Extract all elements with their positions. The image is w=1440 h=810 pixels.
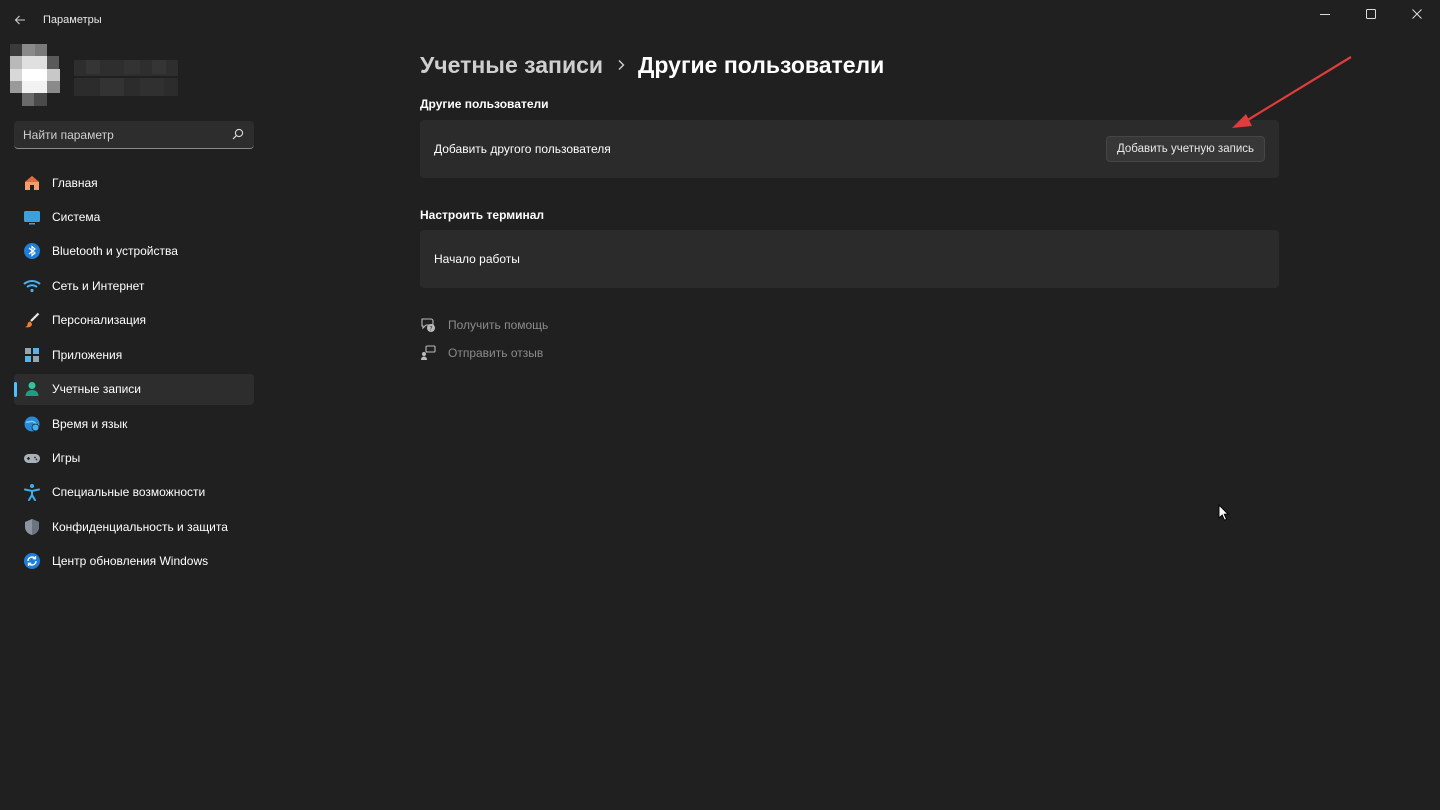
gamepad-icon xyxy=(23,449,41,467)
add-other-user-label: Добавить другого пользователя xyxy=(434,142,611,156)
breadcrumb-parent-link[interactable]: Учетные записи xyxy=(420,52,603,79)
sidebar-item-label: Центр обновления Windows xyxy=(52,554,209,569)
search-icon[interactable] xyxy=(232,128,244,140)
kiosk-get-started-label: Начало работы xyxy=(434,252,520,266)
back-button[interactable] xyxy=(6,6,34,34)
title-bar: Параметры xyxy=(0,0,1440,40)
sidebar-item-label: Конфиденциальность и защита xyxy=(52,519,228,534)
svg-text:?: ? xyxy=(429,325,432,332)
accessibility-icon xyxy=(23,483,41,502)
sidebar-item-label: Приложения xyxy=(52,347,123,362)
window-controls xyxy=(1302,0,1440,28)
kiosk-get-started-row[interactable]: Начало работы xyxy=(420,230,1279,288)
sidebar-item-label: Система xyxy=(52,209,101,224)
sidebar-item-label: Время и язык xyxy=(52,416,128,431)
chevron-right-icon xyxy=(617,59,625,71)
section-title-other-users: Другие пользователи xyxy=(420,97,549,111)
sidebar-item-apps[interactable]: Приложения xyxy=(14,339,254,370)
sidebar-item-accessibility[interactable]: Специальные возможности xyxy=(14,477,254,508)
sidebar-item-label: Игры xyxy=(52,451,81,465)
sidebar-item-privacy[interactable]: Конфиденциальность и защита xyxy=(14,511,254,542)
brush-icon xyxy=(23,311,41,329)
mouse-cursor-icon xyxy=(1218,504,1230,521)
add-account-button[interactable]: Добавить учетную запись xyxy=(1105,136,1265,162)
close-icon xyxy=(1412,9,1422,19)
shield-icon xyxy=(23,518,41,536)
update-icon xyxy=(23,552,41,570)
sidebar-item-label: Персонализация xyxy=(52,313,147,328)
send-feedback-link[interactable]: Отправить отзыв xyxy=(420,344,548,362)
accounts-icon xyxy=(23,380,41,398)
sidebar-item-time-language[interactable]: Время и язык xyxy=(14,408,254,439)
maximize-icon xyxy=(1366,9,1376,19)
sidebar-item-label: Специальные возможности xyxy=(52,485,206,500)
maximize-button[interactable] xyxy=(1348,0,1394,28)
add-other-user-row: Добавить другого пользователя Добавить у… xyxy=(420,120,1279,178)
wifi-icon xyxy=(23,277,41,295)
sidebar-item-home[interactable]: Главная xyxy=(14,167,254,198)
globe-clock-icon xyxy=(23,415,41,433)
home-icon xyxy=(23,174,41,192)
user-profile[interactable] xyxy=(10,44,180,108)
minimize-icon xyxy=(1320,14,1330,15)
send-feedback-label: Отправить отзыв xyxy=(448,346,544,360)
apps-icon xyxy=(23,346,41,364)
minimize-button[interactable] xyxy=(1302,0,1348,28)
sidebar-item-label: Сеть и Интернет xyxy=(52,278,145,293)
sidebar-item-label: Учетные записи xyxy=(52,382,141,397)
page-title: Другие пользователи xyxy=(638,51,885,78)
sidebar-item-network[interactable]: Сеть и Интернет xyxy=(14,270,254,301)
avatar xyxy=(10,44,72,106)
sidebar-item-personalization[interactable]: Персонализация xyxy=(14,305,254,336)
back-arrow-icon xyxy=(14,15,25,25)
sidebar-item-label: Главная xyxy=(52,175,98,190)
feedback-icon xyxy=(420,345,436,361)
section-title-kiosk: Настроить терминал xyxy=(420,208,545,222)
app-title: Параметры xyxy=(43,14,102,26)
sidebar-item-windows-update[interactable]: Центр обновления Windows xyxy=(14,546,254,577)
system-icon xyxy=(23,208,41,226)
sidebar-item-label: Bluetooth и устройства xyxy=(52,244,178,259)
sidebar-item-bluetooth[interactable]: Bluetooth и устройства xyxy=(14,236,254,267)
breadcrumb: Учетные записи Другие пользователи xyxy=(420,50,884,80)
close-button[interactable] xyxy=(1394,0,1440,28)
help-links: ? Получить помощь Отправить отзыв xyxy=(420,316,548,372)
sidebar-item-system[interactable]: Система xyxy=(14,201,254,232)
help-chat-icon: ? xyxy=(420,317,436,333)
sidebar-item-gaming[interactable]: Игры xyxy=(14,443,254,474)
search-box[interactable] xyxy=(14,121,254,149)
sidebar-item-accounts[interactable]: Учетные записи xyxy=(14,373,254,405)
bluetooth-icon xyxy=(23,242,41,260)
get-help-link[interactable]: ? Получить помощь xyxy=(420,316,548,334)
get-help-label: Получить помощь xyxy=(448,318,549,332)
search-input[interactable] xyxy=(14,121,224,148)
sidebar-nav: Главная Система Bluetooth и устройства С… xyxy=(14,167,254,580)
